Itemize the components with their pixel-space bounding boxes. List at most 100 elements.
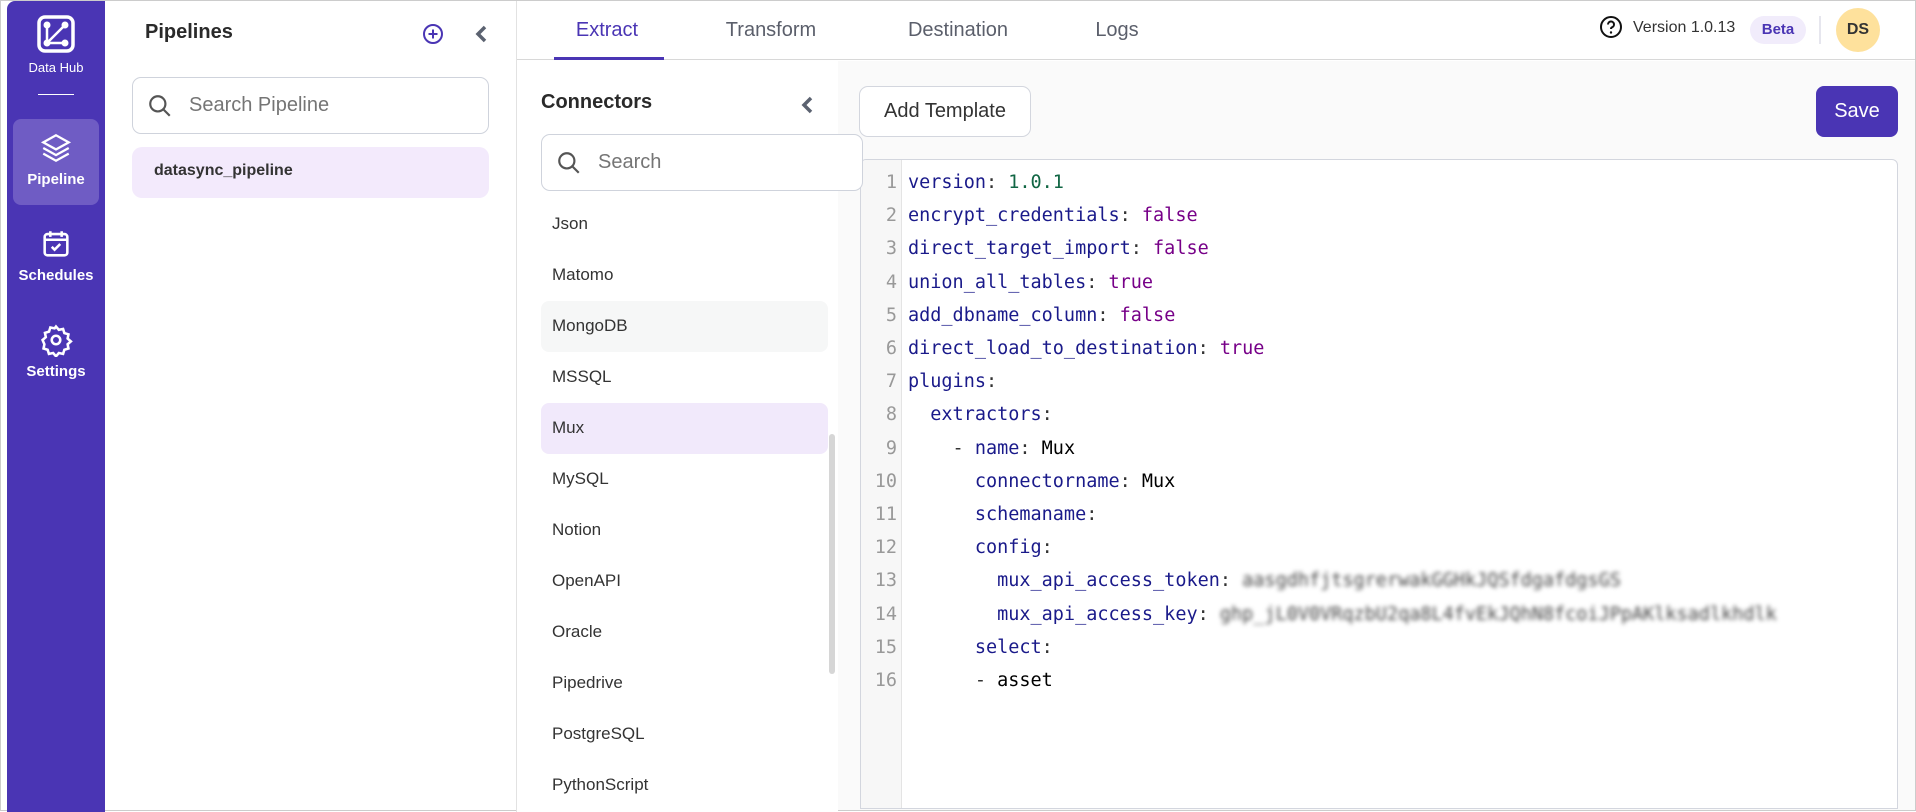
- connector-item[interactable]: OpenAPI: [541, 556, 828, 607]
- yaml-key: plugins: [908, 371, 986, 393]
- colon: :: [1041, 404, 1064, 426]
- code-text: - name: Mux: [908, 432, 1076, 465]
- search-pipeline[interactable]: [132, 77, 489, 134]
- tab-transform[interactable]: Transform: [726, 19, 816, 42]
- line-number: 14: [874, 603, 897, 625]
- code-text: mux_api_access_key: ghp_jL0V0VRqzbU2qa8L…: [908, 598, 1777, 631]
- version-label: Version 1.0.13: [1633, 19, 1736, 36]
- line-number: 12: [874, 537, 897, 559]
- colon: :: [1119, 205, 1142, 227]
- nav-rail: Data Hub Pipeline Schedules Settings: [7, 1, 105, 812]
- connectors-scrollbar[interactable]: [829, 434, 835, 674]
- code-text: encrypt_credentials: false: [908, 199, 1198, 232]
- yaml-key: union_all_tables: [908, 271, 1087, 293]
- colon: :: [1041, 537, 1064, 559]
- nav-label: Schedules: [18, 267, 94, 284]
- yaml-value: true: [1219, 338, 1265, 359]
- colon: :: [985, 172, 1009, 193]
- code-text: direct_target_import: false: [908, 232, 1209, 265]
- avatar[interactable]: DS: [1836, 8, 1880, 52]
- connector-item[interactable]: Json: [541, 199, 828, 250]
- colon: :: [1041, 636, 1064, 658]
- save-button[interactable]: Save: [1816, 86, 1898, 137]
- yaml-value: ghp_jL0V0VRqzbU2qa8L4fvEkJQhN8fcoiJPpAKl…: [1219, 603, 1777, 625]
- yaml-value: false: [1141, 205, 1198, 227]
- line-number: 2: [885, 205, 897, 227]
- connector-item[interactable]: Mux: [541, 402, 828, 454]
- collapse-chevron-icon[interactable]: [800, 95, 814, 115]
- colon: :: [1197, 603, 1220, 625]
- nav-schedules[interactable]: Schedules: [13, 215, 99, 301]
- code-text: mux_api_access_token: aasgdhfjtsgrerwakG…: [908, 564, 1621, 597]
- line-number: 7: [885, 371, 897, 393]
- connector-item[interactable]: Notion: [541, 505, 828, 556]
- yaml-key: encrypt_credentials: [908, 205, 1120, 227]
- yaml-value: Mux: [1041, 437, 1076, 459]
- yaml-value: aasgdhfjtsgrerwakGGHkJQSfdgafdgsGS: [1242, 570, 1621, 592]
- nav-label: Pipeline: [27, 171, 85, 188]
- search-icon: [558, 151, 580, 174]
- code-text: direct_load_to_destination: true: [908, 332, 1264, 365]
- search-connectors[interactable]: [541, 134, 863, 191]
- panel-title: Connectors: [541, 91, 653, 113]
- line-number: 3: [885, 238, 897, 260]
- colon: :: [1219, 570, 1243, 592]
- yaml-key: version: [908, 172, 986, 193]
- colon: :: [1086, 504, 1109, 525]
- connector-item[interactable]: MSSQL: [541, 352, 828, 403]
- divider: [38, 94, 74, 95]
- code-text: version: 1.0.1: [908, 166, 1064, 199]
- indent: -: [908, 670, 998, 691]
- line-number: 8: [885, 404, 897, 426]
- data-hub-logo: [37, 15, 75, 53]
- collapse-chevron-icon[interactable]: [474, 24, 488, 44]
- tab-extract[interactable]: Extract: [576, 19, 638, 42]
- code-text: extractors:: [908, 398, 1064, 431]
- yaml-value: true: [1108, 271, 1154, 293]
- connector-item[interactable]: Matomo: [541, 250, 828, 301]
- colon: :: [1119, 470, 1142, 492]
- colon: :: [1086, 271, 1109, 293]
- code-text: schemaname:: [908, 498, 1109, 531]
- active-tab-indicator: [554, 57, 664, 60]
- yaml-key: mux_api_access_key: [997, 603, 1198, 625]
- code-text: select:: [908, 631, 1064, 664]
- yaml-key: direct_load_to_destination: [908, 338, 1198, 359]
- yaml-value: Mux: [1141, 470, 1176, 492]
- code-text: - asset: [908, 664, 1053, 697]
- line-number: 4: [885, 271, 897, 293]
- add-template-button[interactable]: Add Template: [859, 86, 1031, 137]
- help-icon[interactable]: [1599, 15, 1623, 39]
- connector-item[interactable]: Oracle: [541, 607, 828, 658]
- code-text: add_dbname_column: false: [908, 299, 1175, 332]
- beta-badge: Beta: [1750, 16, 1806, 44]
- nav-pipeline[interactable]: Pipeline: [13, 119, 99, 205]
- yaml-key: connectorname: [974, 470, 1120, 492]
- connector-item[interactable]: PostgreSQL: [541, 709, 828, 760]
- connectors-panel: Connectors JsonMatomoMongoDBMSSQLMuxMySQ…: [517, 61, 863, 812]
- yaml-value: false: [1153, 238, 1209, 260]
- connector-item[interactable]: Pipedrive: [541, 658, 828, 709]
- connector-item[interactable]: MySQL: [541, 454, 828, 505]
- pipeline-item[interactable]: datasync_pipeline: [132, 147, 489, 198]
- yaml-key: config: [974, 537, 1042, 559]
- tab-logs[interactable]: Logs: [1095, 19, 1138, 42]
- yaml-key: select: [974, 636, 1042, 658]
- search-connectors-input[interactable]: [598, 151, 862, 174]
- pipelines-panel: Pipelines datasync_pipeline: [105, 1, 517, 812]
- yaml-value: 1.0.1: [1008, 172, 1064, 193]
- search-pipeline-input[interactable]: [189, 94, 488, 117]
- connector-item[interactable]: MongoDB: [541, 300, 828, 352]
- code-text: connectorname: Mux: [908, 465, 1176, 498]
- colon: :: [1019, 437, 1042, 459]
- code-text: union_all_tables: true: [908, 266, 1153, 299]
- add-pipeline-icon[interactable]: [422, 23, 444, 45]
- nav-settings[interactable]: Settings: [13, 311, 99, 397]
- tab-destination[interactable]: Destination: [908, 19, 1008, 42]
- line-number: 9: [885, 437, 897, 459]
- yaml-editor[interactable]: 1 version: 1.0.1 2 encrypt_credentials: fal…: [860, 159, 1898, 809]
- connector-item[interactable]: PythonScript: [541, 760, 828, 811]
